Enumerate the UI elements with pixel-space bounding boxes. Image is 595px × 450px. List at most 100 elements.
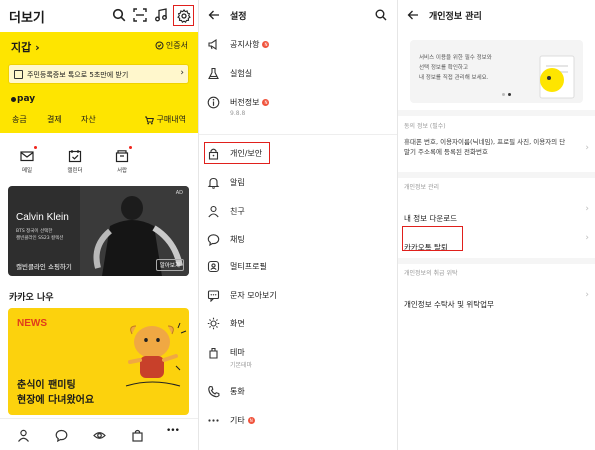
back-arrow-icon[interactable] [407, 9, 419, 21]
chat-bubble-icon [207, 234, 220, 246]
ad-tag: AD [175, 190, 183, 196]
menu-item-etc[interactable]: 기타 N [199, 410, 397, 432]
menu-label: 친구 [230, 207, 245, 216]
chat-icon[interactable] [55, 429, 68, 442]
shortcut-mail[interactable]: 메일 [12, 146, 42, 174]
menu-label: 문자 모아보기 [230, 291, 277, 300]
pay-tabs: 송금 결제 자산 구매내역 [0, 114, 198, 128]
certificate-label: 인증서 [165, 41, 188, 50]
more-icon[interactable]: ••• [166, 426, 186, 439]
menu-label: 공지사항 N [230, 40, 270, 49]
shortcut-drawer[interactable]: 서랍 [107, 146, 137, 174]
gear-icon[interactable] [177, 9, 191, 23]
view-icon[interactable] [93, 429, 106, 442]
speaker-icon [208, 38, 217, 51]
theme-name: 기본테마 [230, 362, 253, 369]
carousel-dots [502, 93, 511, 96]
menu-item-multi-profile[interactable]: 멀티프로필 [199, 256, 397, 278]
version-number: 9.8.8 [230, 110, 246, 117]
scan-icon[interactable] [133, 8, 147, 22]
menu-item-notices[interactable]: 공지사항 N [199, 34, 397, 56]
menu-item-chats[interactable]: 채팅 [199, 229, 397, 251]
chevron-right-icon: › [585, 290, 589, 300]
section-label-consignment: 개인정보의 취급 위탁 [404, 270, 458, 277]
chevron-right-icon: › [585, 204, 589, 214]
news-label: NEWS [17, 318, 47, 329]
privacy-info-card: 서비스 이용을 위한 필수 정보와 선택 정보를 확인하고 내 정보를 직접 관… [410, 40, 583, 103]
withdraw-highlight [402, 226, 463, 251]
pay-tab-assets[interactable]: 자산 [81, 114, 96, 125]
wallet-section: 지갑 › 인증서 주민등록증보 톡으로 5초만에 받기 › pay 송금 결제 … [0, 32, 198, 133]
menu-label: 통화 [230, 387, 245, 396]
menu-item-version[interactable]: 버전정보 N 9.8.8 [199, 92, 397, 117]
ad-more-button[interactable]: 알아보기 [155, 259, 184, 271]
ad-brand: Calvin Klein [16, 212, 69, 223]
consignee-item[interactable]: 개인정보 수탁사 및 위탁업무 › [404, 290, 589, 311]
download-my-info-item[interactable]: 내 정보 다운로드 › [404, 204, 589, 225]
menu-item-sms-collection[interactable]: 문자 모아보기 [199, 285, 397, 307]
consent-description: 휴대폰 번호, 이용자이름(닉네임), 프로필 사진, 이용자의 단말기 주소록… [404, 138, 566, 156]
menu-item-notifications[interactable]: 알림 [199, 172, 397, 194]
consent-info-item[interactable]: 휴대폰 번호, 이용자이름(닉네임), 프로필 사진, 이용자의 단말기 주소록… [404, 137, 589, 157]
ad-banner[interactable]: AD Calvin Klein BTS 정국이 선택한 캘빈클라인 SS23 컬… [8, 186, 189, 276]
privacy-management-screen: 개인정보 관리 서비스 이용을 위한 필수 정보와 선택 정보를 확인하고 내 … [398, 0, 595, 450]
section-label-consent: 동의 정보 (필수) [404, 123, 446, 130]
id-card-banner[interactable]: 주민등록증보 톡으로 5초만에 받기 › [8, 64, 189, 84]
id-card-icon [14, 70, 23, 79]
chevron-right-icon: › [180, 68, 184, 78]
id-banner-text: 주민등록증보 톡으로 5초만에 받기 [27, 71, 129, 79]
orders-label: 구매내역 [156, 115, 186, 124]
menu-item-theme[interactable]: 테마 기본테마 [199, 342, 397, 369]
download-my-info-label: 내 정보 다운로드 [404, 214, 458, 223]
shortcut-calendar[interactable]: 캘린더 [60, 148, 90, 174]
shopping-icon[interactable] [131, 429, 144, 442]
ad-cta[interactable]: 캘빈클라인 쇼핑하기 [16, 261, 72, 271]
mail-icon [20, 151, 34, 162]
page-title: 개인정보 관리 [429, 12, 482, 22]
drawer-icon [115, 150, 129, 163]
new-badge: N [262, 99, 270, 106]
menu-label: 화면 [230, 319, 245, 328]
kakao-now-title: 카카오 나우 [9, 293, 54, 303]
section-spacer [398, 110, 595, 116]
privacy-header: 개인정보 관리 [398, 0, 595, 32]
person-icon [208, 205, 219, 218]
cart-icon [144, 116, 154, 124]
bottom-nav: ••• [0, 418, 198, 450]
orders-link[interactable]: 구매내역 [144, 114, 186, 125]
new-badge: N [262, 41, 270, 48]
pay-tab-payment[interactable]: 결제 [47, 114, 62, 125]
wallet-title[interactable]: 지갑 › [11, 39, 40, 55]
pay-logo: pay [11, 94, 35, 104]
search-icon[interactable] [375, 9, 387, 21]
news-card[interactable]: NEWS 춘식이 팬미팅 현장에 다녀왔어요 [8, 308, 189, 415]
privacy-highlight [204, 142, 270, 164]
menu-label: 채팅 [230, 235, 245, 244]
page-title: 더보기 [9, 11, 45, 26]
search-icon[interactable] [112, 8, 126, 22]
chevron-right-icon: › [585, 233, 589, 243]
menu-item-display[interactable]: 화면 [199, 313, 397, 335]
theme-icon [209, 347, 218, 359]
menu-item-friends[interactable]: 친구 [199, 201, 397, 223]
more-screen: 더보기 지갑 › 인증서 주민등록증보 톡으로 5초만에 받기 › pay 송금… [0, 0, 198, 450]
info-card-text: 서비스 이용을 위한 필수 정보와 선택 정보를 확인하고 내 정보를 직접 관… [419, 55, 492, 81]
certificate-link[interactable]: 인증서 [155, 40, 188, 51]
flask-icon [208, 67, 219, 80]
music-icon[interactable] [154, 8, 168, 22]
pay-tab-transfer[interactable]: 송금 [12, 114, 27, 125]
menu-label: 알림 [230, 178, 245, 187]
menu-label: 멀티프로필 [230, 262, 267, 271]
back-arrow-icon[interactable] [208, 9, 220, 21]
menu-item-calls[interactable]: 통화 [199, 381, 397, 403]
friends-icon[interactable] [17, 429, 30, 442]
news-headline: 춘식이 팬미팅 현장에 다녀왔어요 [17, 380, 95, 406]
sun-icon [207, 317, 220, 330]
ad-description: BTS 정국이 선택한 캘빈클라인 SS23 컬렉션 [16, 229, 64, 241]
menu-item-labs[interactable]: 실험실 [199, 63, 397, 85]
menu-label: 실험실 [230, 69, 253, 78]
shortcut-label: 캘린더 [67, 168, 83, 174]
settings-header: 설정 [199, 0, 397, 32]
multi-profile-icon [207, 260, 220, 273]
certificate-icon [155, 41, 164, 50]
